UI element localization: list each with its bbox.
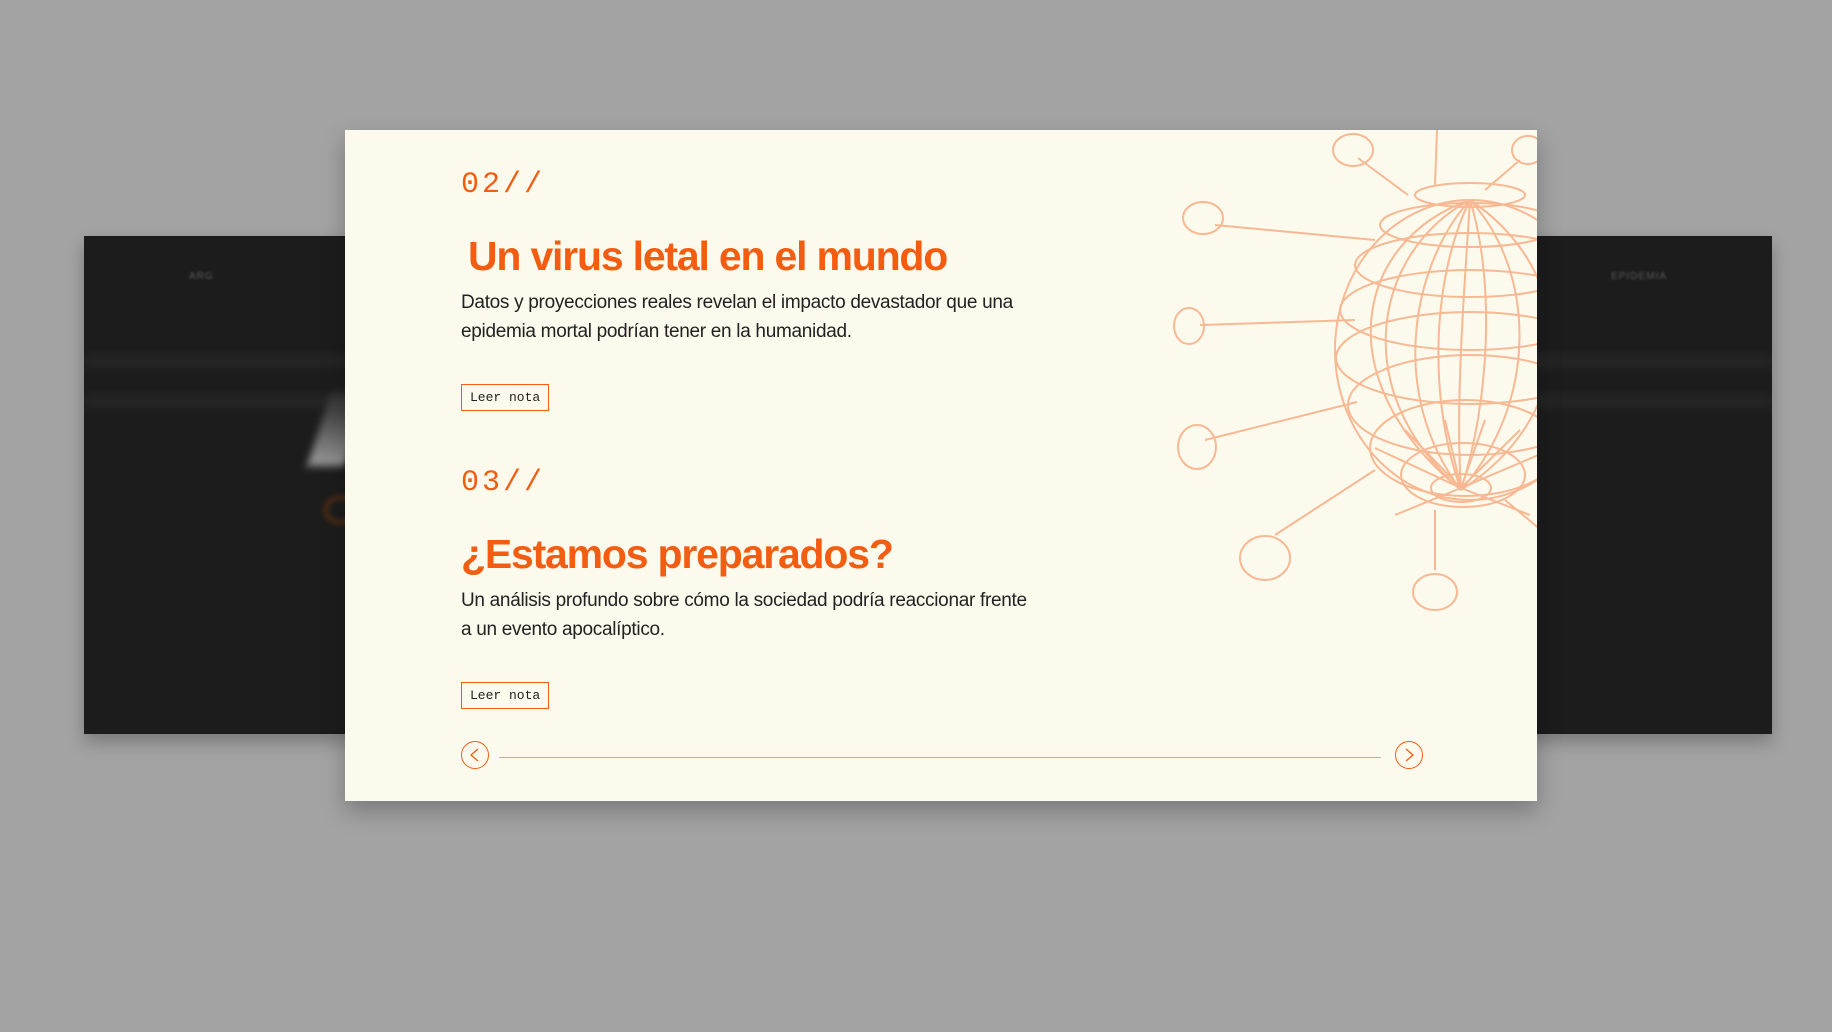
slide-number: 02// bbox=[461, 168, 546, 202]
slide-title: Un virus letal en el mundo bbox=[468, 233, 948, 279]
background-nav-right: EPIDEMIA bbox=[1611, 271, 1667, 282]
arrow-left-circle-icon[interactable] bbox=[461, 741, 489, 769]
slide-card: 02// Un virus letal en el mundo Datos y … bbox=[345, 130, 1537, 801]
arrow-right-circle-icon[interactable] bbox=[1395, 741, 1423, 769]
slide-title: ¿Estamos preparados? bbox=[461, 531, 894, 577]
slide-navigation bbox=[461, 741, 1423, 771]
slide-item-03: 03// ¿Estamos preparados? Un análisis pr… bbox=[461, 466, 1061, 709]
read-article-button[interactable]: Leer nota bbox=[461, 384, 550, 411]
slide-number: 03// bbox=[461, 466, 546, 500]
slide-description: Datos y proyecciones reales revelan el i… bbox=[461, 292, 1013, 342]
slider-track[interactable] bbox=[499, 757, 1381, 758]
slide-description: Un análisis profundo sobre cómo la socie… bbox=[461, 590, 1027, 640]
slide-item-02: 02// Un virus letal en el mundo Datos y … bbox=[461, 168, 1061, 411]
read-article-button[interactable]: Leer nota bbox=[461, 682, 550, 709]
background-nav-left: ARG bbox=[189, 271, 214, 282]
virus-wireframe-illustration bbox=[1173, 130, 1537, 611]
